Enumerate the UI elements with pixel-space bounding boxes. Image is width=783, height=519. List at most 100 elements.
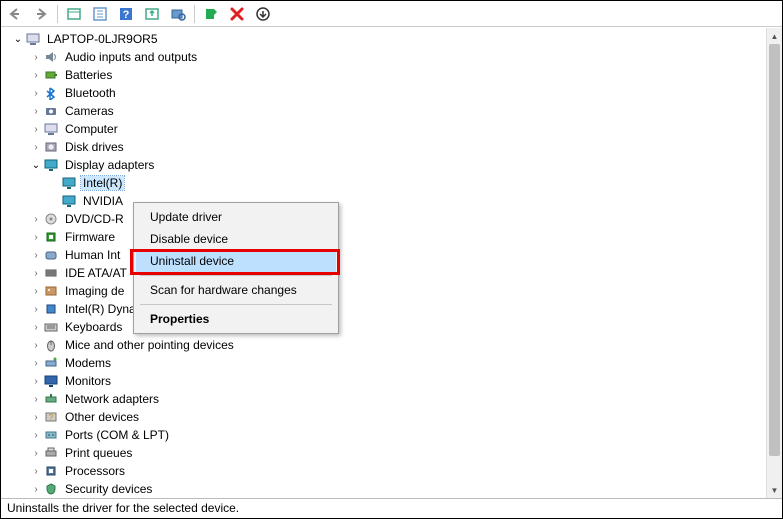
category-label[interactable]: Security devices	[63, 482, 154, 496]
expand-arrow-icon[interactable]: ›	[29, 142, 43, 153]
category-label[interactable]: Bluetooth	[63, 86, 118, 100]
device-label[interactable]: Intel(R)	[81, 176, 124, 190]
tree-device[interactable]: Intel(R)	[7, 174, 764, 192]
tree-category[interactable]: › Batteries	[7, 66, 764, 84]
expand-arrow-icon[interactable]: ›	[29, 88, 43, 99]
expand-arrow-icon[interactable]: ›	[29, 340, 43, 351]
expand-arrow-icon[interactable]: ›	[29, 106, 43, 117]
expand-arrow-icon[interactable]: ›	[29, 376, 43, 387]
expand-arrow-icon[interactable]: ›	[29, 466, 43, 477]
tree-root[interactable]: ⌄ LAPTOP-0LJR9OR5	[7, 30, 764, 48]
show-hidden-button[interactable]	[62, 3, 86, 25]
update-driver-button[interactable]	[140, 3, 164, 25]
disk-icon	[43, 139, 59, 155]
category-label[interactable]: Other devices	[63, 410, 141, 424]
category-label[interactable]: Print queues	[63, 446, 134, 460]
menu-disable-device[interactable]: Disable device	[136, 228, 336, 250]
device-tree[interactable]: ⌄ LAPTOP-0LJR9OR5 › Audio inputs and outp…	[7, 30, 764, 498]
expand-arrow-icon[interactable]: ›	[29, 394, 43, 405]
tree-category[interactable]: › Bluetooth	[7, 84, 764, 102]
device-label[interactable]: NVIDIA	[81, 194, 125, 208]
category-label[interactable]: Firmware	[63, 230, 117, 244]
tree-category[interactable]: › Computer	[7, 120, 764, 138]
category-label[interactable]: Monitors	[63, 374, 113, 388]
scroll-track[interactable]	[767, 44, 782, 482]
tree-category[interactable]: › Disk drives	[7, 138, 764, 156]
category-label[interactable]: Mice and other pointing devices	[63, 338, 236, 352]
expand-arrow-icon[interactable]: ›	[29, 52, 43, 63]
category-label[interactable]: Keyboards	[63, 320, 124, 334]
back-button[interactable]	[3, 3, 27, 25]
tree-category[interactable]: › Processors	[7, 462, 764, 480]
tree-category[interactable]: › Imaging de	[7, 282, 764, 300]
category-label[interactable]: Disk drives	[63, 140, 126, 154]
category-label[interactable]: Batteries	[63, 68, 114, 82]
tree-category[interactable]: ›Intel(R) Dynamic Platform and Thermal F…	[7, 300, 764, 318]
expand-arrow-icon[interactable]: ›	[29, 322, 43, 333]
category-label[interactable]: Display adapters	[63, 158, 156, 172]
expand-arrow-icon[interactable]: ›	[29, 250, 43, 261]
tree-category[interactable]: › Monitors	[7, 372, 764, 390]
uninstall-device-button[interactable]	[225, 3, 249, 25]
category-label[interactable]: Audio inputs and outputs	[63, 50, 199, 64]
expand-arrow-icon[interactable]: ›	[29, 412, 43, 423]
category-label[interactable]: Modems	[63, 356, 113, 370]
tree-category[interactable]: › Audio inputs and outputs	[7, 48, 764, 66]
tree-category[interactable]: › Firmware	[7, 228, 764, 246]
scan-hardware-button[interactable]	[166, 3, 190, 25]
expand-arrow-icon[interactable]: ›	[29, 484, 43, 495]
menu-update-driver[interactable]: Update driver	[136, 206, 336, 228]
category-label[interactable]: Imaging de	[63, 284, 126, 298]
tree-category[interactable]: › Mice and other pointing devices	[7, 336, 764, 354]
tree-category[interactable]: › DVD/CD-R	[7, 210, 764, 228]
help-button[interactable]: ?	[114, 3, 138, 25]
root-label[interactable]: LAPTOP-0LJR9OR5	[45, 32, 160, 46]
menu-scan-hardware[interactable]: Scan for hardware changes	[136, 279, 336, 301]
cpu-icon	[43, 463, 59, 479]
vertical-scrollbar[interactable]: ▲ ▼	[766, 28, 782, 498]
menu-uninstall-device[interactable]: Uninstall device	[136, 250, 336, 272]
tree-category[interactable]: › Security devices	[7, 480, 764, 498]
tree-category[interactable]: › Modems	[7, 354, 764, 372]
scroll-up-button[interactable]: ▲	[767, 28, 782, 44]
tree-category[interactable]: › Human Int	[7, 246, 764, 264]
tree-category[interactable]: › Keyboards	[7, 318, 764, 336]
forward-button[interactable]	[29, 3, 53, 25]
category-label[interactable]: Cameras	[63, 104, 116, 118]
tree-category[interactable]: ›?Other devices	[7, 408, 764, 426]
expand-arrow-icon[interactable]: ›	[29, 268, 43, 279]
tree-device[interactable]: NVIDIA	[7, 192, 764, 210]
category-label[interactable]: Computer	[63, 122, 120, 136]
category-label[interactable]: Network adapters	[63, 392, 161, 406]
scroll-thumb[interactable]	[769, 44, 780, 456]
expand-arrow-icon[interactable]: ›	[29, 70, 43, 81]
enable-device-button[interactable]	[199, 3, 223, 25]
tree-category[interactable]: ⌄ Display adapters	[7, 156, 764, 174]
category-label[interactable]: Human Int	[63, 248, 122, 262]
scroll-down-button[interactable]: ▼	[767, 482, 782, 498]
tree-category[interactable]: › Cameras	[7, 102, 764, 120]
expand-arrow-icon[interactable]: ⌄	[11, 34, 25, 45]
tree-category[interactable]: › IDE ATA/AT	[7, 264, 764, 282]
status-bar: Uninstalls the driver for the selected d…	[1, 498, 782, 518]
expand-arrow-icon[interactable]: ›	[29, 232, 43, 243]
tree-category[interactable]: › Print queues	[7, 444, 764, 462]
properties-button[interactable]	[88, 3, 112, 25]
category-label[interactable]: Ports (COM & LPT)	[63, 428, 171, 442]
expand-arrow-icon[interactable]: ›	[29, 448, 43, 459]
menu-properties[interactable]: Properties	[136, 308, 336, 330]
expand-arrow-icon[interactable]: ›	[29, 430, 43, 441]
more-actions-button[interactable]	[251, 3, 275, 25]
expand-arrow-icon[interactable]: ›	[29, 304, 43, 315]
imaging-icon	[43, 283, 59, 299]
expand-arrow-icon[interactable]: ›	[29, 358, 43, 369]
category-label[interactable]: DVD/CD-R	[63, 212, 126, 226]
tree-category[interactable]: › Ports (COM & LPT)	[7, 426, 764, 444]
expand-arrow-icon[interactable]: ›	[29, 124, 43, 135]
tree-category[interactable]: › Network adapters	[7, 390, 764, 408]
expand-arrow-icon[interactable]: ⌄	[29, 160, 43, 171]
category-label[interactable]: IDE ATA/AT	[63, 266, 129, 280]
category-label[interactable]: Processors	[63, 464, 127, 478]
expand-arrow-icon[interactable]: ›	[29, 286, 43, 297]
expand-arrow-icon[interactable]: ›	[29, 214, 43, 225]
